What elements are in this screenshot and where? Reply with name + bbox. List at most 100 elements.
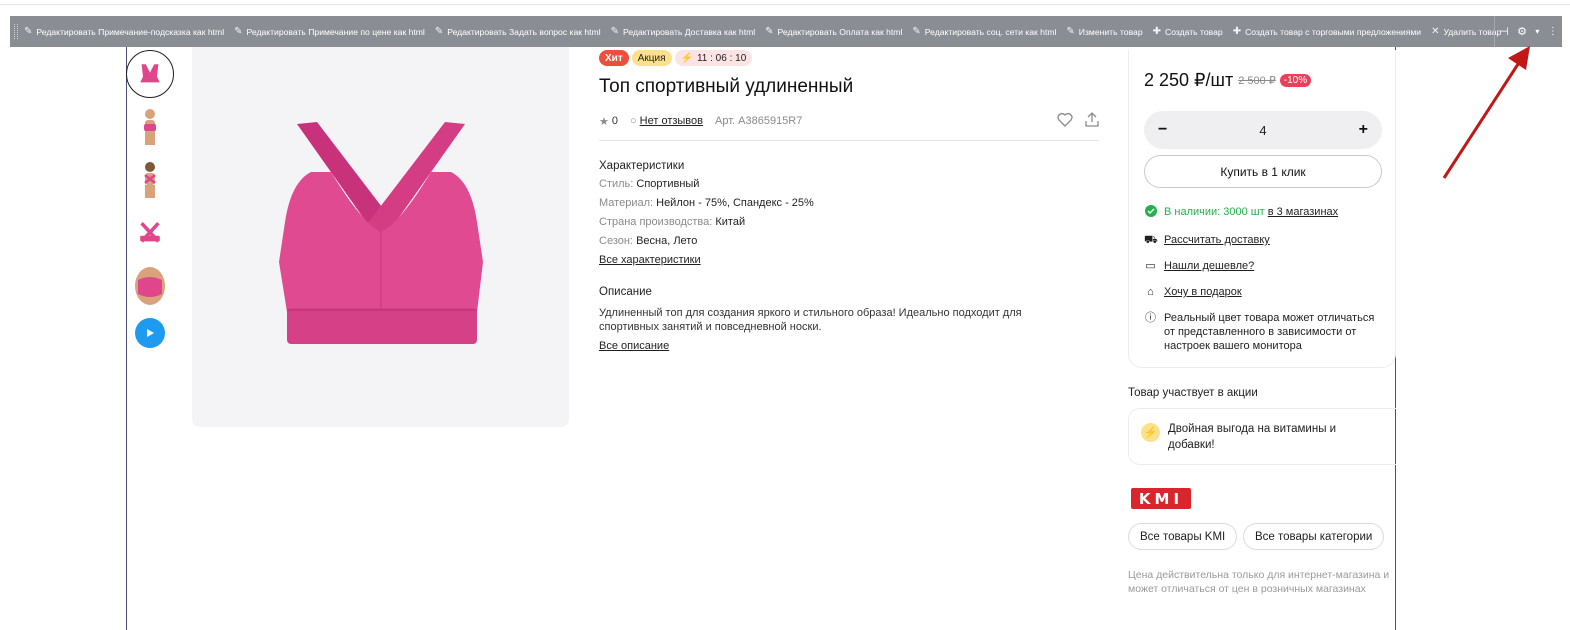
calc-delivery-link[interactable]: Рассчитать доставку [1164, 233, 1270, 247]
old-price: 2 500 ₽ [1238, 75, 1276, 87]
thumbnail-2[interactable] [126, 103, 174, 151]
toolbar-grip-handle[interactable] [14, 24, 18, 39]
edit-ask-question-button[interactable]: ✎ Редактировать Задать вопрос как html [435, 26, 601, 37]
top-divider [0, 4, 1570, 5]
truck-icon: ⛟ [1144, 234, 1158, 246]
thumbnail-4[interactable] [126, 209, 174, 257]
share-icon[interactable] [1085, 112, 1099, 127]
discount-badge: -10% [1279, 74, 1312, 87]
wallet-icon: ▭ [1145, 260, 1156, 272]
article-number: Арт. A3865915R7 [715, 115, 803, 127]
characteristics-heading: Характеристики [599, 160, 685, 172]
description-text: Удлиненный топ для создания яркого и сти… [599, 307, 1022, 333]
quantity-value[interactable]: 4 [1259, 123, 1266, 138]
price-disclaimer: Цена действительна только для интернет-м… [1128, 569, 1390, 595]
timer-badge: ⚡ 11 : 06 : 10 [674, 50, 753, 66]
chevron-down-icon[interactable]: ▾ [1535, 27, 1539, 36]
product-info: Хит Акция ⚡ 11 : 06 : 10 Топ спортивный у… [599, 50, 1099, 354]
buy-one-click-button[interactable]: Купить в 1 клик [1144, 155, 1382, 188]
all-category-products-button[interactable]: Все товары категории [1243, 523, 1385, 550]
characteristic-row: Страна производства: Китай [599, 216, 746, 228]
star-icon: ★ [599, 115, 609, 128]
play-icon [147, 329, 154, 337]
pencil-icon: ✎ [434, 26, 444, 37]
main-product-image[interactable] [192, 47, 569, 427]
toolbar-drag-handle[interactable]: ⋮ [1548, 26, 1558, 37]
edit-product-button[interactable]: ✎ Изменить товар [1066, 26, 1142, 37]
gear-icon[interactable]: ⚙ [1517, 25, 1527, 38]
pencil-icon: ✎ [1066, 26, 1075, 37]
product-badges: Хит Акция ⚡ 11 : 06 : 10 [599, 50, 1099, 66]
promo-badge: Акция [631, 50, 672, 66]
quantity-stepper: − 4 + [1144, 111, 1382, 149]
current-price: 2 250 ₽/шт [1144, 70, 1234, 90]
create-product-with-offers-button[interactable]: ✚ Создать товар с торговыми предложениями [1233, 26, 1421, 37]
lightning-icon: ⚡ [1141, 423, 1160, 442]
pin-icon[interactable]: ⊣ [1499, 25, 1509, 38]
stock-row: В наличии: 3000 шт в 3 магазинах [1144, 205, 1380, 221]
product-meta: ★ 0 ○ Нет отзывов Арт. A3865915R7 [599, 112, 1099, 128]
promo-heading: Товар участвует в акции [1128, 387, 1258, 399]
create-product-button[interactable]: ✚ Создать товар [1153, 26, 1223, 37]
promo-card[interactable]: ⚡ Двойная выгода на витамины и добавки! [1128, 408, 1396, 465]
all-brand-products-button[interactable]: Все товары KMI [1128, 523, 1238, 550]
video-play-button[interactable] [135, 318, 165, 348]
delivery-row[interactable]: ⛟ Рассчитать доставку [1144, 233, 1380, 247]
edit-price-note-button[interactable]: ✎ Редактировать Примечание по цене как ht… [234, 26, 425, 37]
characteristic-row: Материал: Нейлон - 75%, Спандекс - 25% [599, 197, 814, 209]
edit-payment-button[interactable]: ✎ Редактировать Оплата как html [765, 26, 902, 37]
lightning-icon: ⚡ [680, 52, 693, 64]
info-icon: ⓘ [1145, 312, 1156, 324]
cheaper-row[interactable]: ▭ Нашли дешевле? [1144, 259, 1380, 273]
annotation-arrow [1442, 46, 1530, 179]
edit-hint-note-button[interactable]: ✎ Редактировать Примечание-подсказка как … [24, 26, 224, 37]
characteristic-row: Сезон: Весна, Лето [599, 235, 698, 247]
thumbnail-gallery [126, 50, 174, 348]
thumbnail-3[interactable] [126, 156, 174, 204]
model-closeup-thumb-image [135, 267, 165, 305]
all-description-link[interactable]: Все описание [599, 340, 669, 352]
characteristic-row: Стиль: Спортивный [599, 178, 700, 190]
found-cheaper-link[interactable]: Нашли дешевле? [1164, 259, 1254, 273]
increase-button[interactable]: + [1359, 121, 1368, 139]
color-note-row: ⓘ Реальный цвет товара может отличаться … [1144, 311, 1380, 353]
comment-icon: ○ [630, 115, 637, 127]
pencil-icon: ✎ [234, 26, 243, 37]
brand-logo[interactable]: KMI [1131, 488, 1191, 509]
admin-toolbar: ✎ Редактировать Примечание-подсказка как … [10, 16, 1562, 47]
divider [599, 140, 1099, 141]
rating-value: 0 [611, 115, 618, 127]
edit-delivery-button[interactable]: ✎ Редактировать Доставка как html [611, 26, 756, 37]
pencil-icon: ✎ [610, 26, 619, 37]
thumbnail-1[interactable] [126, 50, 174, 98]
gift-link[interactable]: Хочу в подарок [1164, 285, 1242, 299]
timer-value: 11 : 06 : 10 [696, 52, 747, 64]
plus-icon: ✚ [1152, 26, 1161, 37]
color-note-text: Реальный цвет товара может отличаться от… [1164, 312, 1375, 352]
all-characteristics-link[interactable]: Все характеристики [599, 254, 701, 266]
pencil-icon: ✎ [912, 26, 921, 37]
check-circle-icon [1144, 205, 1157, 221]
product-title: Топ спортивный удлиненный [599, 76, 854, 97]
bra-front-thumb-image [140, 64, 160, 83]
description-heading: Описание [599, 286, 652, 298]
stock-count: В наличии: 3000 шт [1164, 206, 1265, 218]
thumbnail-5[interactable] [126, 262, 174, 310]
pencil-icon: ✎ [24, 26, 33, 37]
buy-card: 2 250 ₽/шт 2 500 ₽ -10% − 4 + Купить в 1… [1128, 50, 1396, 368]
price-row: 2 250 ₽/шт 2 500 ₽ -10% [1144, 70, 1380, 91]
delete-product-button[interactable]: ✕ Удалить товар [1431, 26, 1501, 37]
close-icon: ✕ [1431, 26, 1440, 37]
plus-icon: ✚ [1232, 26, 1242, 37]
pencil-icon: ✎ [765, 26, 774, 37]
heart-icon[interactable] [1057, 112, 1073, 127]
promo-text: Двойная выгода на витамины и добавки! [1168, 423, 1337, 451]
decrease-button[interactable]: − [1158, 121, 1167, 139]
sports-bra-image [278, 122, 483, 344]
product-actions [1057, 112, 1099, 127]
reviews-link[interactable]: Нет отзывов [640, 115, 703, 127]
edit-social-button[interactable]: ✎ Редактировать соц. сети как html [912, 26, 1056, 37]
gift-row[interactable]: ⌂ Хочу в подарок [1144, 285, 1380, 299]
stores-link[interactable]: в 3 магазинах [1268, 206, 1338, 218]
gift-icon: ⌂ [1147, 286, 1154, 298]
